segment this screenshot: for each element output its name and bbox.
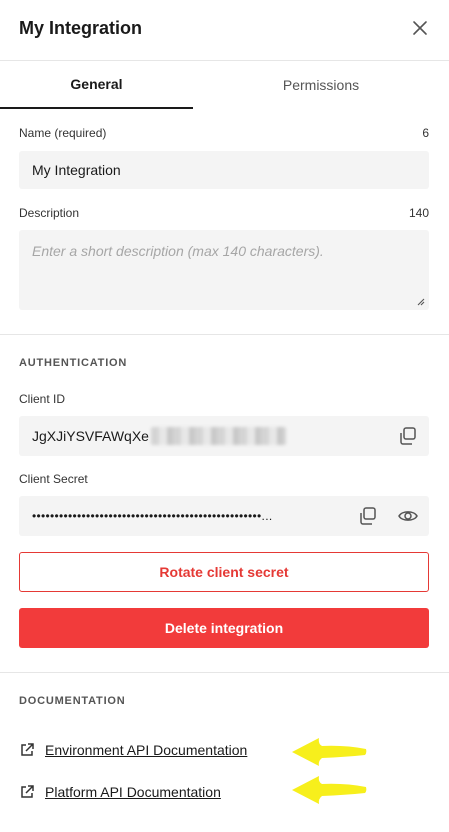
name-char-count: 6: [422, 126, 429, 140]
section-divider: [0, 672, 449, 673]
tab-general[interactable]: General: [0, 60, 193, 109]
client-id-redacted: [150, 427, 286, 445]
close-icon[interactable]: [409, 17, 431, 39]
annotation-arrow-icon: [292, 738, 367, 766]
platform-api-docs-label: Platform API Documentation: [45, 784, 221, 800]
description-textarea[interactable]: Enter a short description (max 140 chara…: [19, 230, 429, 310]
documentation-heading: DOCUMENTATION: [19, 695, 126, 707]
section-divider: [0, 334, 449, 335]
description-label: Description: [19, 206, 80, 220]
resize-grip-icon[interactable]: [415, 296, 425, 306]
environment-api-docs-label: Environment API Documentation: [45, 742, 248, 758]
annotation-arrow-icon: [292, 776, 367, 804]
client-id-value: JgXJiYSVFAWqXe: [32, 428, 149, 444]
page-title: My Integration: [19, 18, 143, 38]
client-secret-value: ••••••••••••••••••••••••••••••••••••••••…: [32, 509, 273, 523]
external-link-icon: [21, 785, 34, 798]
authentication-heading: AUTHENTICATION: [19, 357, 128, 369]
platform-api-docs-link[interactable]: Platform API Documentation: [19, 782, 221, 802]
rotate-client-secret-button[interactable]: Rotate client secret: [19, 552, 429, 592]
client-secret-label: Client Secret: [19, 472, 88, 486]
delete-integration-button[interactable]: Delete integration: [19, 608, 429, 648]
environment-api-docs-link[interactable]: Environment API Documentation: [19, 740, 247, 760]
name-input[interactable]: My Integration: [19, 151, 429, 189]
client-id-field[interactable]: JgXJiYSVFAWqXe: [19, 416, 429, 456]
panel-header: My Integration: [0, 0, 449, 60]
client-id-label: Client ID: [19, 392, 66, 406]
name-label: Name (required): [19, 126, 107, 140]
copy-client-secret-icon[interactable]: [357, 505, 379, 527]
description-char-count: 140: [408, 206, 429, 220]
description-placeholder: Enter a short description (max 140 chara…: [32, 243, 324, 259]
eye-icon[interactable]: [397, 505, 419, 527]
name-input-value: My Integration: [32, 162, 121, 178]
external-link-icon: [21, 743, 34, 756]
tab-permissions[interactable]: Permissions: [193, 60, 449, 109]
copy-client-id-icon[interactable]: [397, 425, 419, 447]
